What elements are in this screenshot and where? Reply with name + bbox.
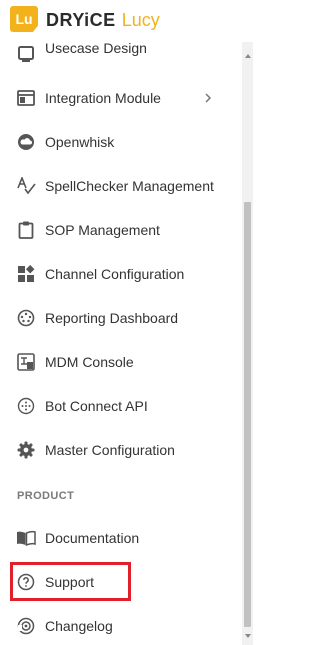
menu-item-label: Openwhisk <box>45 134 115 150</box>
usecase-icon <box>16 45 36 63</box>
menu-item-label: Bot Connect API <box>45 398 148 414</box>
widgets-icon <box>16 265 36 283</box>
menu-item-reporting-dashboard[interactable]: Reporting Dashboard <box>0 296 242 340</box>
spellcheck-icon <box>16 177 36 195</box>
menu-item-label: MDM Console <box>45 354 134 370</box>
menu-item-master-configuration[interactable]: Master Configuration <box>0 428 242 472</box>
menu-item-label: Changelog <box>45 618 113 634</box>
menu-item-support[interactable]: Support <box>0 560 242 604</box>
changelog-icon <box>16 617 36 635</box>
cloud-icon <box>16 133 36 151</box>
menu-item-spellchecker-management[interactable]: SpellChecker Management <box>0 164 242 208</box>
translate-icon <box>16 353 36 371</box>
menu-item-integration-module[interactable]: Integration Module <box>0 76 242 120</box>
menu-item-changelog[interactable]: Changelog <box>0 604 242 645</box>
window-icon <box>16 89 36 107</box>
menu-item-documentation[interactable]: Documentation <box>0 516 242 560</box>
section-header-product: PRODUCT <box>17 490 75 502</box>
book-icon <box>16 529 36 547</box>
scroll-down-arrow-icon[interactable] <box>242 630 253 642</box>
scroll-up-arrow-icon[interactable] <box>242 50 253 62</box>
vertical-scrollbar[interactable] <box>242 42 253 645</box>
menu-item-label: Master Configuration <box>45 442 175 458</box>
brand-name[interactable]: DRYiCE Lucy <box>46 8 160 32</box>
menu-item-label: Reporting Dashboard <box>45 310 179 326</box>
menu-item-sop-management[interactable]: SOP Management <box>0 208 242 252</box>
dots-circle-icon <box>16 397 36 415</box>
menu-item-label: SOP Management <box>45 222 160 238</box>
menu-item-mdm-console[interactable]: MDM Console <box>0 340 242 384</box>
app-header: Lu DRYiCE Lucy <box>0 0 253 42</box>
brand-name-strong: DRYiCE <box>46 10 116 30</box>
dashboard-icon <box>16 309 36 327</box>
menu-item-channel-configuration[interactable]: Channel Configuration <box>0 252 242 296</box>
menu-item-label: Integration Module <box>45 90 161 106</box>
menu-item-label: Support <box>45 574 95 590</box>
menu-item-label: Documentation <box>45 530 140 546</box>
menu-item-bot-connect-api[interactable]: Bot Connect API <box>0 384 242 428</box>
chevron-right-icon[interactable] <box>203 91 213 105</box>
gear-icon <box>16 441 36 459</box>
help-circle-icon <box>16 573 36 591</box>
menu-item-openwhisk[interactable]: Openwhisk <box>0 120 242 164</box>
scrollbar-thumb[interactable] <box>244 202 251 627</box>
clipboard-icon <box>16 221 36 239</box>
menu-item-label: SpellChecker Management <box>45 178 214 194</box>
menu-item-label: Channel Configuration <box>45 266 185 282</box>
sidebar-menu: Usecase Design Integration Module Openwh… <box>0 32 242 645</box>
brand-name-light: Lucy <box>121 10 160 30</box>
logo-badge[interactable]: Lu <box>10 6 38 32</box>
